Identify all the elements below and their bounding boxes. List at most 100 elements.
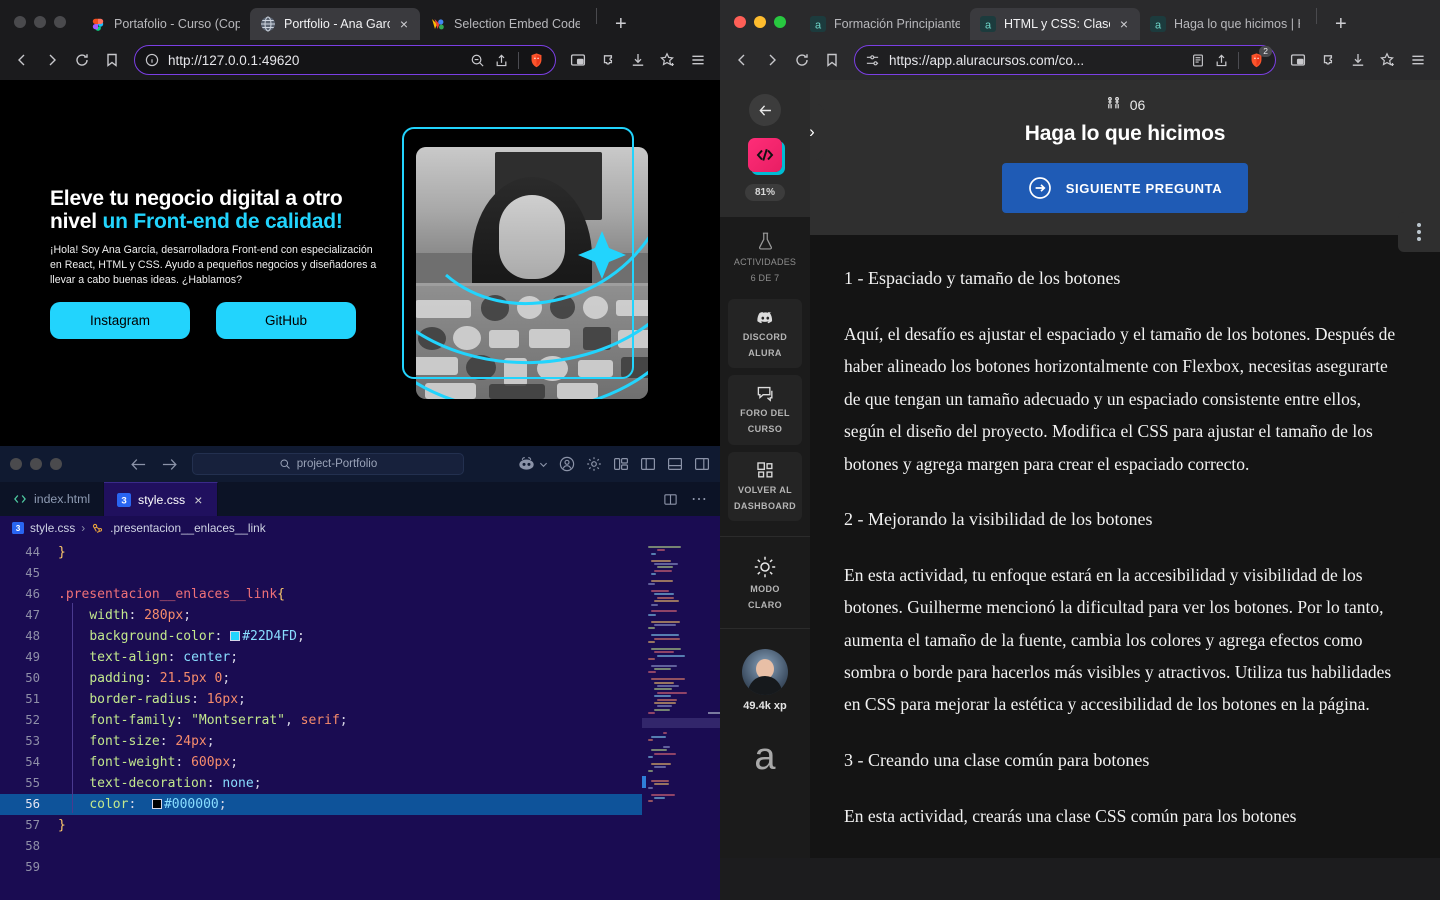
maximize-window-button[interactable]: [54, 16, 66, 28]
close-window-button[interactable]: [734, 16, 746, 28]
browser-tab-3[interactable]: Selection Embed Code -: [420, 8, 590, 40]
copilot-icon[interactable]: [518, 456, 535, 472]
sidebar-item-discord[interactable]: DISCORD ALURA: [728, 298, 802, 368]
code-line[interactable]: 53 font-size: 24px;: [0, 731, 642, 752]
sidebar-profile[interactable]: 49.4k xp: [720, 629, 810, 726]
browser-tab-3[interactable]: a Haga lo que hicimos | H: [1140, 8, 1310, 40]
maximize-window-button[interactable]: [774, 16, 786, 28]
tab-close-button[interactable]: ×: [398, 17, 410, 31]
hamburger-menu-icon[interactable]: [1404, 46, 1432, 74]
reload-icon[interactable]: [788, 46, 816, 74]
forward-arrow-icon[interactable]: [161, 456, 178, 473]
forward-icon[interactable]: [758, 46, 786, 74]
vscode-traffic-lights[interactable]: [10, 458, 62, 470]
more-actions-icon[interactable]: ⋯: [691, 489, 708, 509]
vscode-minimize-button[interactable]: [30, 458, 42, 470]
code-line[interactable]: 52 font-family: "Montserrat", serif;: [0, 710, 642, 731]
avatar[interactable]: [742, 648, 788, 695]
toggle-panel-icon[interactable]: [667, 456, 683, 472]
new-tab-button[interactable]: +: [1323, 14, 1359, 40]
downloads-icon[interactable]: [1344, 46, 1372, 74]
extensions-icon[interactable]: [594, 46, 622, 74]
code-line[interactable]: 45: [0, 563, 642, 584]
instagram-link-button[interactable]: Instagram: [50, 302, 190, 340]
reader-mode-icon[interactable]: [1191, 53, 1205, 68]
brave-shields-icon[interactable]: [528, 52, 545, 69]
zoom-out-icon[interactable]: [470, 53, 485, 68]
code-line[interactable]: 50 padding: 21.5px 0;: [0, 668, 642, 689]
editor-tab-close-button[interactable]: ×: [192, 493, 204, 507]
github-link-button[interactable]: GitHub: [216, 302, 356, 340]
left-address-bar[interactable]: http://127.0.0.1:49620: [134, 45, 556, 75]
editor-scrollbar-marker[interactable]: [708, 712, 720, 714]
reload-icon[interactable]: [68, 46, 96, 74]
code-line[interactable]: 47 width: 280px;: [0, 605, 642, 626]
minimize-window-button[interactable]: [34, 16, 46, 28]
sidebar-activities[interactable]: ACTIVIDADES 6 DE 7: [720, 217, 810, 299]
new-tab-button[interactable]: +: [603, 14, 639, 40]
sidebar-item-dashboard[interactable]: VOLVER AL DASHBOARD: [728, 451, 802, 521]
sidebar-theme-toggle[interactable]: MODO CLARO: [720, 537, 810, 628]
code-lines-container[interactable]: 44} 45 46 .presentacion__enlaces__link{47 w…: [0, 540, 642, 900]
permissions-icon[interactable]: [865, 53, 880, 68]
color-swatch[interactable]: [230, 631, 241, 641]
browser-tab-2-active[interactable]: Portfolio - Ana Garc ×: [250, 8, 420, 40]
back-icon[interactable]: [8, 46, 36, 74]
code-line[interactable]: 56 color: #000000;: [0, 794, 642, 815]
right-window-traffic-lights[interactable]: [728, 16, 800, 40]
code-line[interactable]: 58: [0, 836, 642, 857]
sidebar-item-forum[interactable]: FORO DEL CURSO: [728, 375, 802, 445]
back-arrow-icon[interactable]: [749, 94, 781, 126]
code-line[interactable]: 44}: [0, 542, 642, 563]
brave-shields-icon[interactable]: 2: [1248, 45, 1272, 69]
code-line[interactable]: 54 font-weight: 600px;: [0, 752, 642, 773]
hamburger-menu-icon[interactable]: [684, 46, 712, 74]
breadcrumb-symbol[interactable]: .presentacion__enlaces__link: [110, 521, 265, 535]
share-icon[interactable]: [494, 53, 509, 68]
vscode-maximize-button[interactable]: [50, 458, 62, 470]
code-line[interactable]: 55 text-decoration: none;: [0, 773, 642, 794]
tab-close-button[interactable]: ×: [1118, 17, 1130, 31]
minimap-slider[interactable]: [642, 718, 720, 728]
picture-in-picture-icon[interactable]: [1284, 46, 1312, 74]
code-line[interactable]: 48 background-color: #22D4FD;: [0, 626, 642, 647]
code-line[interactable]: 46 .presentacion__enlaces__link{: [0, 584, 642, 605]
code-line[interactable]: 57}: [0, 815, 642, 836]
gear-icon[interactable]: [586, 456, 602, 472]
downloads-icon[interactable]: [624, 46, 652, 74]
code-line[interactable]: 59: [0, 857, 642, 878]
code-line[interactable]: 49 text-align: center;: [0, 647, 642, 668]
add-favorite-icon[interactable]: [654, 46, 682, 74]
editor-tab-index-html[interactable]: index.html: [0, 482, 105, 516]
right-address-bar[interactable]: https://app.aluracursos.com/co... 2: [854, 45, 1276, 75]
extensions-icon[interactable]: [1314, 46, 1342, 74]
info-icon[interactable]: [145, 53, 159, 67]
editor-tab-style-css[interactable]: 3 style.css ×: [104, 482, 219, 516]
bookmark-icon[interactable]: [818, 46, 846, 74]
vscode-nav-arrows[interactable]: [130, 456, 178, 473]
color-swatch[interactable]: [151, 799, 162, 809]
customize-layout-icon[interactable]: [613, 456, 629, 472]
back-icon[interactable]: [728, 46, 756, 74]
minimize-window-button[interactable]: [754, 16, 766, 28]
picture-in-picture-icon[interactable]: [564, 46, 592, 74]
back-arrow-icon[interactable]: [130, 456, 147, 473]
browser-tab-1[interactable]: Portafolio - Curso (Copy: [80, 8, 250, 40]
bookmark-icon[interactable]: [98, 46, 126, 74]
expand-sidebar-button[interactable]: »: [810, 104, 824, 160]
vscode-editor[interactable]: 44} 45 46 .presentacion__enlaces__link{47 w…: [0, 540, 720, 900]
close-window-button[interactable]: [14, 16, 26, 28]
share-icon[interactable]: [1214, 53, 1229, 68]
add-favorite-icon[interactable]: [1374, 46, 1402, 74]
chevron-down-icon[interactable]: [539, 460, 548, 469]
left-window-traffic-lights[interactable]: [8, 16, 80, 40]
browser-tab-2-active[interactable]: a HTML y CSS: Clases ×: [970, 8, 1140, 40]
toggle-primary-sidebar-icon[interactable]: [640, 456, 656, 472]
account-icon[interactable]: [559, 456, 575, 472]
vscode-search-bar[interactable]: project-Portfolio: [192, 453, 464, 475]
vscode-close-button[interactable]: [10, 458, 22, 470]
split-editor-icon[interactable]: [663, 492, 678, 507]
browser-tab-1[interactable]: a Formación Principiante e: [800, 8, 970, 40]
editor-minimap[interactable]: [642, 540, 720, 900]
forward-icon[interactable]: [38, 46, 66, 74]
